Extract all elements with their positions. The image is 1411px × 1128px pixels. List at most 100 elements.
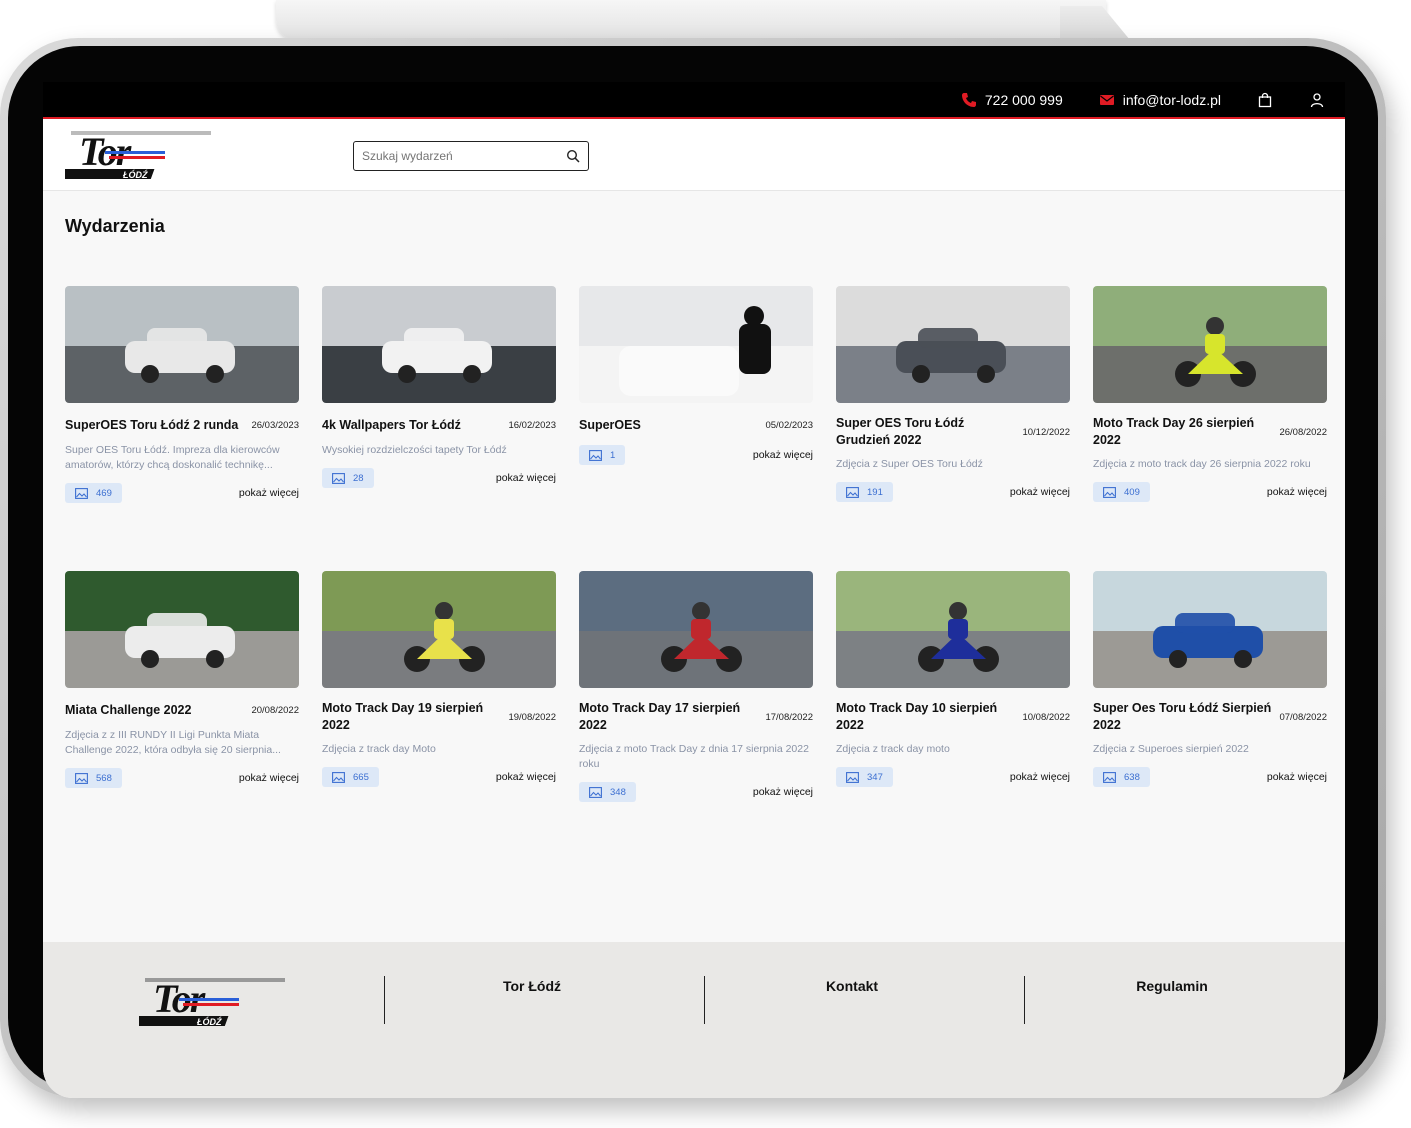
event-title[interactable]: Super OES Toru Łódź Grudzień 2022 [836,415,1016,449]
event-date: 07/08/2022 [1279,711,1327,723]
site-footer: Tor ŁÓDŹ Tor Łódź Kontakt Regulamin [43,942,1345,1098]
event-card[interactable]: Super Oes Toru Łódź Sierpień 2022 07/08/… [1093,571,1327,856]
email-link[interactable]: info@tor-lodz.pl [1099,92,1221,108]
phone-link[interactable]: 722 000 999 [961,92,1063,108]
event-description: Zdjęcia z track day moto [836,743,950,755]
photo-count-badge: 409 [1093,482,1150,502]
phone-icon [961,92,976,107]
footer-divider [384,976,385,1024]
event-footer: 409 pokaż więcej [1093,482,1327,502]
event-date: 10/08/2022 [1022,711,1070,723]
photo-count-badge: 28 [322,468,374,488]
event-title[interactable]: SuperOES Toru Łódź 2 runda [65,417,238,434]
event-card[interactable]: SuperOES 05/02/2023 1 pokaż więcej [579,286,813,571]
event-card[interactable]: Moto Track Day 26 sierpień 2022 26/08/20… [1093,286,1327,571]
event-thumbnail[interactable] [1093,286,1327,403]
event-footer: 28 pokaż więcej [322,468,556,488]
bag-icon[interactable] [1257,92,1273,108]
photo-count: 347 [867,771,883,783]
event-title[interactable]: Moto Track Day 17 sierpień 2022 [579,700,759,734]
show-more-link[interactable]: pokaż więcej [753,449,813,461]
footer-link-regulamin[interactable]: Regulamin [1072,978,1272,994]
event-footer: 1 pokaż więcej [579,445,813,465]
gallery-icon [75,772,88,784]
footer-link-kontakt[interactable]: Kontakt [752,978,952,994]
event-date: 26/08/2022 [1279,426,1327,438]
event-date: 10/12/2022 [1022,426,1070,438]
event-description: Zdjęcia z moto Track Day z dnia 17 sierp… [579,743,809,770]
footer-logo[interactable]: Tor ŁÓDŹ [134,976,287,1033]
show-more-link[interactable]: pokaż więcej [1010,771,1070,783]
logo-graphic: Tor ŁÓDŹ [60,129,211,180]
event-description: Super OES Toru Łódź. Impreza dla kierowc… [65,444,280,471]
event-header: Moto Track Day 10 sierpień 2022 10/08/20… [836,700,1070,734]
gallery-icon [589,449,602,461]
show-more-link[interactable]: pokaż więcej [1267,771,1327,783]
svg-text:ŁÓDŹ: ŁÓDŹ [122,169,148,180]
gallery-icon [1103,486,1116,498]
gallery-icon [846,486,859,498]
event-footer: 638 pokaż więcej [1093,767,1327,787]
screen: 722 000 999 info@tor-lodz.pl Tor ŁÓDŹ Sz… [43,82,1345,1098]
event-card[interactable]: Miata Challenge 2022 20/08/2022 Zdjęcia … [65,571,299,856]
event-description: Zdjęcia z track day Moto [322,743,436,755]
event-card[interactable]: Moto Track Day 10 sierpień 2022 10/08/20… [836,571,1070,856]
show-more-link[interactable]: pokaż więcej [239,487,299,499]
event-thumbnail[interactable] [579,571,813,688]
event-header: SuperOES Toru Łódź 2 runda 26/03/2023 [65,415,299,435]
event-thumbnail[interactable] [1093,571,1327,688]
event-thumbnail[interactable] [65,286,299,403]
event-header: Moto Track Day 19 sierpień 2022 19/08/20… [322,700,556,734]
search-input[interactable] [362,149,566,163]
search-box[interactable] [353,141,589,171]
event-date: 20/08/2022 [251,704,299,716]
event-header: 4k Wallpapers Tor Łódź 16/02/2023 [322,415,556,435]
gallery-icon [589,786,602,798]
photo-count-badge: 638 [1093,767,1150,787]
stylus-tip [1060,6,1130,40]
show-more-link[interactable]: pokaż więcej [496,472,556,484]
event-card[interactable]: Super OES Toru Łódź Grudzień 2022 10/12/… [836,286,1070,571]
show-more-link[interactable]: pokaż więcej [753,786,813,798]
event-footer: 348 pokaż więcej [579,782,813,802]
event-header: Super OES Toru Łódź Grudzień 2022 10/12/… [836,415,1070,449]
show-more-link[interactable]: pokaż więcej [1267,486,1327,498]
phone-number: 722 000 999 [984,91,1063,108]
site-header: Tor ŁÓDŹ [43,119,1345,191]
site-logo[interactable]: Tor ŁÓDŹ [60,129,213,186]
top-bar: 722 000 999 info@tor-lodz.pl [43,82,1345,119]
user-icon[interactable] [1309,92,1325,108]
event-thumbnail[interactable] [65,571,299,688]
show-more-link[interactable]: pokaż więcej [239,772,299,784]
event-card[interactable]: Moto Track Day 19 sierpień 2022 19/08/20… [322,571,556,856]
event-title[interactable]: Miata Challenge 2022 [65,702,191,719]
event-header: Moto Track Day 26 sierpień 2022 26/08/20… [1093,415,1327,449]
event-title[interactable]: Moto Track Day 19 sierpień 2022 [322,700,502,734]
event-thumbnail[interactable] [836,286,1070,403]
footer-link-tor-lodz[interactable]: Tor Łódź [432,978,632,994]
event-title[interactable]: Moto Track Day 26 sierpień 2022 [1093,415,1273,449]
event-title[interactable]: SuperOES [579,417,641,434]
show-more-link[interactable]: pokaż więcej [496,771,556,783]
event-header: SuperOES 05/02/2023 [579,415,813,435]
gallery-icon [75,487,88,499]
event-header: Moto Track Day 17 sierpień 2022 17/08/20… [579,700,813,734]
photo-count-badge: 348 [579,782,636,802]
event-card[interactable]: SuperOES Toru Łódź 2 runda 26/03/2023 Su… [65,286,299,571]
event-card[interactable]: 4k Wallpapers Tor Łódź 16/02/2023 Wysoki… [322,286,556,571]
search-icon[interactable] [566,149,580,163]
event-thumbnail[interactable] [322,571,556,688]
event-title[interactable]: Moto Track Day 10 sierpień 2022 [836,700,1016,734]
photo-count: 469 [96,487,112,499]
event-title[interactable]: Super Oes Toru Łódź Sierpień 2022 [1093,700,1273,734]
event-thumbnail[interactable] [322,286,556,403]
event-card[interactable]: Moto Track Day 17 sierpień 2022 17/08/20… [579,571,813,856]
event-footer: 469 pokaż więcej [65,483,299,503]
event-header: Super Oes Toru Łódź Sierpień 2022 07/08/… [1093,700,1327,734]
event-title[interactable]: 4k Wallpapers Tor Łódź [322,417,461,434]
show-more-link[interactable]: pokaż więcej [1010,486,1070,498]
gallery-icon [332,771,345,783]
event-thumbnail[interactable] [579,286,813,403]
gallery-icon [1103,771,1116,783]
event-thumbnail[interactable] [836,571,1070,688]
